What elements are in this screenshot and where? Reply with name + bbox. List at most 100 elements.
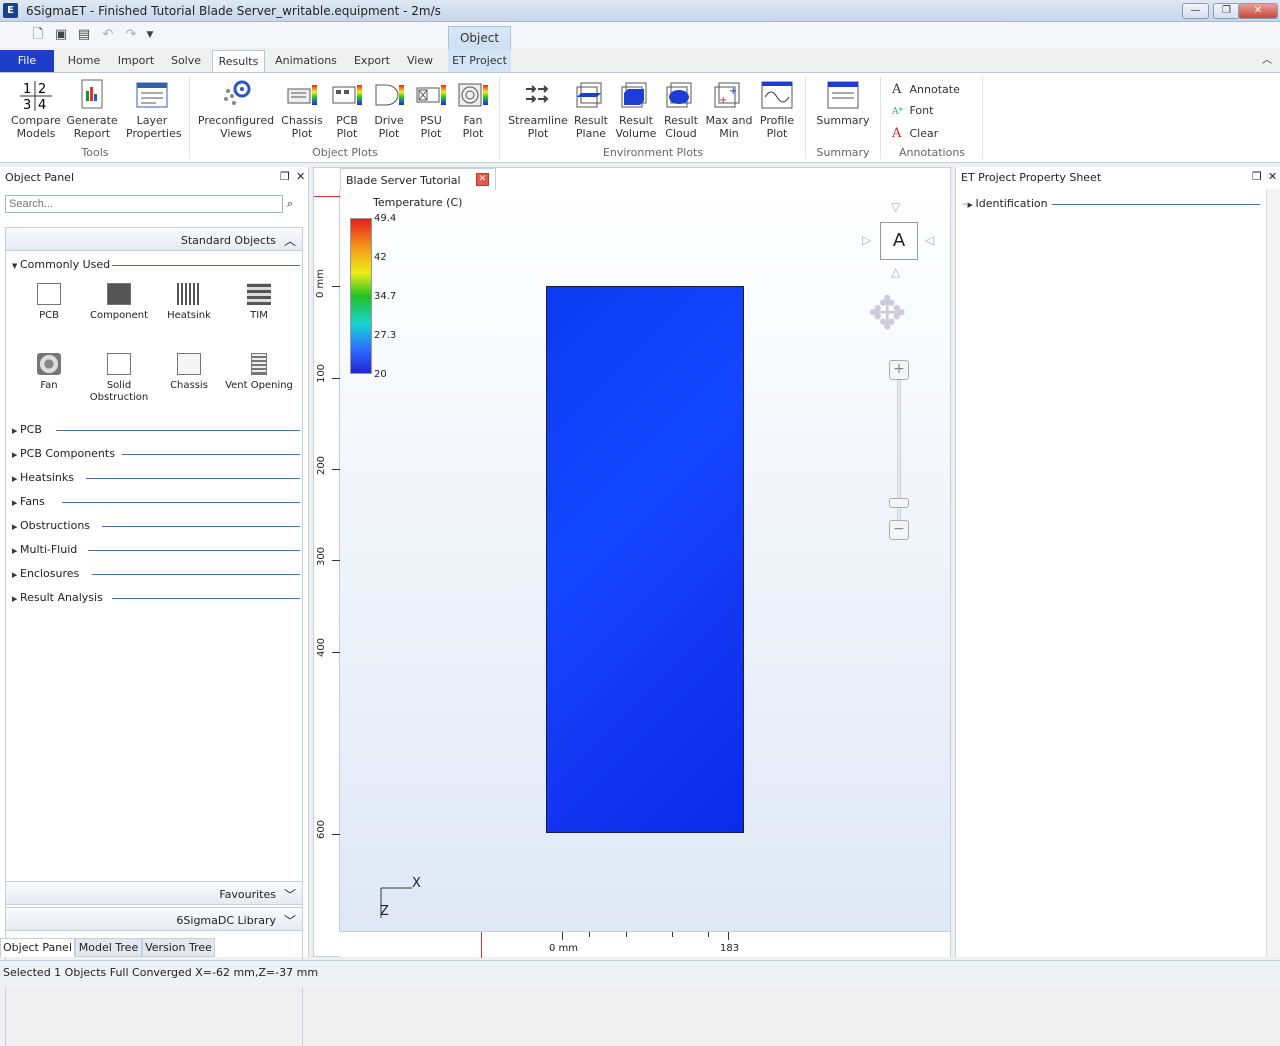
category-enclosures[interactable]: ▶ Enclosures bbox=[12, 567, 300, 581]
category-fans[interactable]: ▶ Fans bbox=[12, 495, 300, 509]
open-icon[interactable]: ▣ bbox=[53, 27, 69, 43]
zoom-in-icon[interactable]: + bbox=[889, 360, 909, 380]
zoom-slider-handle[interactable] bbox=[889, 498, 909, 508]
redo-icon[interactable]: ↷ bbox=[123, 27, 139, 43]
preconfigured-views-button[interactable]: Preconfigured Views bbox=[197, 79, 275, 140]
object-fan[interactable]: Fan bbox=[14, 353, 84, 392]
vertical-ruler: 0 mm 100 200 300 400 600 bbox=[314, 190, 340, 931]
chassis-plot-button[interactable]: Chassis Plot bbox=[280, 79, 324, 140]
app-icon[interactable]: E bbox=[3, 3, 18, 18]
axis-triad: X Z bbox=[380, 876, 440, 929]
minimize-button[interactable]: — bbox=[1182, 3, 1209, 19]
nav-left-arrow-icon[interactable]: ▷ bbox=[862, 233, 871, 247]
customize-dropdown-icon[interactable]: ▼ bbox=[142, 27, 158, 43]
tab-animations[interactable]: Animations bbox=[272, 50, 340, 72]
streamline-icon bbox=[522, 79, 554, 111]
streamline-plot-button[interactable]: Streamline Plot bbox=[508, 79, 568, 140]
fan-plot-button[interactable]: Fan Plot bbox=[454, 79, 492, 140]
compare-models-button[interactable]: 1234 Compare Models bbox=[10, 79, 62, 140]
minimize-ribbon-icon[interactable]: ︿ bbox=[1258, 50, 1276, 72]
float-panel-icon[interactable]: ❐ bbox=[280, 170, 290, 183]
close-panel-icon[interactable]: ✕ bbox=[296, 170, 305, 183]
object-chassis[interactable]: Chassis bbox=[154, 353, 224, 392]
font-icon: A* bbox=[892, 107, 903, 117]
object-tim[interactable]: TIM bbox=[224, 283, 294, 322]
object-vent-opening[interactable]: Vent Opening bbox=[224, 353, 294, 392]
category-obstructions[interactable]: ▶ Obstructions bbox=[12, 519, 300, 533]
section-identification[interactable]: –▶ Identification bbox=[962, 197, 1262, 211]
object-heatsink[interactable]: Heatsink bbox=[154, 283, 224, 322]
favourites-header[interactable]: Favourites ﹀ bbox=[5, 881, 303, 905]
clear-icon: A bbox=[892, 126, 902, 141]
tab-solve[interactable]: Solve bbox=[167, 50, 205, 72]
drive-plot-button[interactable]: Drive Plot bbox=[370, 79, 408, 140]
svg-text:3: 3 bbox=[23, 98, 31, 111]
object-pcb[interactable]: PCB bbox=[14, 283, 84, 322]
tab-et-project[interactable]: ET Project bbox=[448, 50, 511, 72]
solid-obstruction-icon bbox=[107, 353, 131, 375]
category-result-analysis[interactable]: ▶ Result Analysis bbox=[12, 591, 300, 605]
restore-button[interactable]: ❐ bbox=[1213, 3, 1240, 19]
search-input[interactable] bbox=[5, 195, 283, 213]
search-icon[interactable]: ⌕ bbox=[287, 197, 293, 211]
category-commonly-used[interactable]: ▼ Commonly Used bbox=[12, 258, 300, 272]
tab-model-tree[interactable]: Model Tree bbox=[75, 938, 142, 957]
tab-import[interactable]: Import bbox=[113, 50, 159, 72]
generate-report-button[interactable]: Generate Report bbox=[66, 79, 118, 140]
standard-objects-header[interactable]: Standard Objects ︿ bbox=[5, 227, 303, 251]
object-component[interactable]: Component bbox=[84, 283, 154, 322]
chassis-plot-icon bbox=[286, 79, 318, 111]
profile-plot-button[interactable]: Profile Plot bbox=[756, 79, 798, 140]
summary-button[interactable]: Summary bbox=[814, 79, 872, 127]
result-volume-button[interactable]: Result Volume bbox=[615, 79, 657, 140]
legend-tick: 42 bbox=[374, 252, 387, 263]
clear-button[interactable]: A Clear bbox=[892, 126, 938, 141]
library-header[interactable]: 6SigmaDC Library ﹀ bbox=[5, 907, 303, 931]
category-pcb[interactable]: ▶ PCB bbox=[12, 423, 300, 437]
category-heatsinks[interactable]: ▶ Heatsinks bbox=[12, 471, 300, 485]
layer-properties-button[interactable]: Layer Properties bbox=[126, 79, 182, 140]
document-tab[interactable]: Blade Server Tutorial ✕ bbox=[340, 168, 496, 190]
view-cube[interactable]: A bbox=[880, 222, 918, 260]
tab-object-panel[interactable]: Object Panel bbox=[0, 938, 75, 957]
psu-plot-button[interactable]: PSU Plot bbox=[412, 79, 450, 140]
compare-models-icon: 1234 bbox=[20, 79, 52, 113]
close-tab-icon[interactable]: ✕ bbox=[476, 173, 489, 186]
expanded-triangle-icon: ▼ bbox=[12, 262, 18, 270]
tab-view[interactable]: View bbox=[402, 50, 438, 72]
temperature-colorbar bbox=[350, 218, 372, 374]
max-and-min-button[interactable]: + + Max and Min bbox=[705, 79, 753, 140]
result-cloud-button[interactable]: Result Cloud bbox=[661, 79, 701, 140]
new-icon[interactable]: 🗋 bbox=[30, 27, 46, 43]
nav-up-arrow-icon[interactable]: ▽ bbox=[891, 200, 900, 214]
vertical-scrollbar[interactable] bbox=[1266, 189, 1280, 957]
close-button[interactable]: ✕ bbox=[1238, 3, 1278, 19]
blade-server-model[interactable] bbox=[546, 286, 744, 833]
ruler-label: 0 mm bbox=[315, 268, 327, 299]
object-solid-obstruction[interactable]: Solid Obstruction bbox=[84, 353, 154, 404]
pan-control-icon[interactable]: ✥ bbox=[868, 290, 907, 336]
annotate-button[interactable]: A Annotate bbox=[892, 82, 960, 97]
tab-export[interactable]: Export bbox=[350, 50, 394, 72]
close-panel-icon[interactable]: ✕ bbox=[1268, 170, 1277, 183]
drive-plot-icon bbox=[373, 79, 405, 111]
float-panel-icon[interactable]: ❐ bbox=[1252, 170, 1262, 183]
save-icon[interactable]: ▤ bbox=[76, 27, 92, 43]
tab-version-tree[interactable]: Version Tree bbox=[142, 938, 215, 957]
tab-results[interactable]: Results bbox=[212, 50, 265, 72]
category-multi-fluid[interactable]: ▶ Multi-Fluid bbox=[12, 543, 300, 557]
tab-home[interactable]: Home bbox=[64, 50, 104, 72]
zoom-out-icon[interactable]: − bbox=[889, 520, 909, 540]
category-pcb-components[interactable]: ▶ PCB Components bbox=[12, 447, 300, 461]
quick-access-toolbar: 🗋 ▣ ▤ ↶ ↷ ▼ bbox=[0, 22, 1280, 48]
tab-file[interactable]: File bbox=[0, 50, 54, 72]
pcb-plot-button[interactable]: PCB Plot bbox=[328, 79, 366, 140]
nav-down-arrow-icon[interactable]: △ bbox=[891, 265, 900, 279]
undo-icon[interactable]: ↶ bbox=[100, 27, 116, 43]
heatsink-icon bbox=[177, 283, 201, 305]
nav-right-arrow-icon[interactable]: ◁ bbox=[925, 233, 934, 247]
3d-canvas[interactable]: Temperature (C) 49.4 42 34.7 27.3 20 ▽ ▷… bbox=[340, 190, 950, 931]
font-button[interactable]: A* Font bbox=[892, 104, 933, 117]
collapsed-triangle-icon: ▶ bbox=[12, 427, 18, 435]
result-plane-button[interactable]: Result Plane bbox=[572, 79, 610, 140]
